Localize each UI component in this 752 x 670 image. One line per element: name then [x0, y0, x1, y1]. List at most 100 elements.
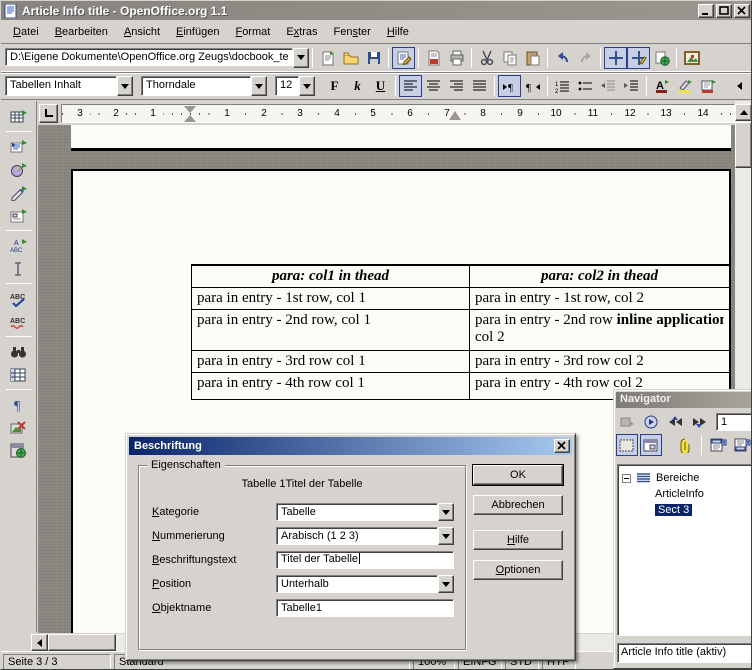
help-button[interactable]: Hilfe	[473, 530, 563, 550]
header-button[interactable]	[707, 434, 729, 456]
position-dropdown-icon[interactable]	[438, 575, 454, 593]
tab-type-selector[interactable]	[39, 104, 58, 123]
footer-button[interactable]	[731, 434, 752, 456]
edit-file-button[interactable]	[392, 47, 415, 69]
numbered-list-button[interactable]: 12	[551, 75, 574, 97]
tree-item-bereiche[interactable]: Bereiche	[618, 470, 752, 486]
menu-bearbeiten[interactable]: Bearbeiten	[47, 23, 116, 41]
ok-button[interactable]: OK	[473, 465, 563, 485]
find-replace-button[interactable]	[5, 340, 33, 363]
nonprinting-characters-button[interactable]: ¶	[5, 393, 33, 416]
next-button[interactable]	[688, 411, 710, 433]
cut-button[interactable]	[475, 47, 498, 69]
minimize-button[interactable]	[698, 4, 714, 18]
align-center-button[interactable]	[422, 75, 445, 97]
beschriftungstext-field[interactable]: Titel der Tabelle	[276, 551, 454, 569]
font-name-combobox[interactable]: Thorndale	[141, 76, 267, 96]
new-document-button[interactable]	[316, 47, 339, 69]
highlighting-button[interactable]	[673, 75, 696, 97]
horizontal-ruler[interactable]: 3 2 1 1 2 3 4 5 6 7 8 9 10 11 12 13 14	[61, 104, 735, 123]
table-header-cell[interactable]: para: col1 in thead	[192, 265, 470, 288]
gallery-button[interactable]	[680, 47, 703, 69]
maximize-button[interactable]	[716, 4, 732, 18]
form-functions-button[interactable]	[5, 204, 33, 227]
document-table[interactable]: para: col1 in thead para: col2 in thead …	[191, 264, 730, 400]
beschriftungstext-input[interactable]: Titel der Tabelle	[276, 551, 454, 569]
close-button[interactable]	[734, 4, 750, 18]
redo-button[interactable]	[574, 47, 597, 69]
autotext-button[interactable]: AABC	[5, 234, 33, 257]
right-indent-marker[interactable]	[449, 111, 461, 120]
align-left-button[interactable]	[399, 75, 422, 97]
nummerierung-dropdown-icon[interactable]	[438, 527, 454, 545]
export-pdf-button[interactable]	[422, 47, 445, 69]
set-reminder-button[interactable]	[674, 434, 696, 456]
align-justify-button[interactable]	[468, 75, 491, 97]
scroll-left-button[interactable]	[31, 634, 48, 651]
position-combobox[interactable]: Unterhalb	[276, 575, 454, 593]
menu-datei[interactable]: Datei	[5, 23, 47, 41]
collapse-icon[interactable]	[622, 474, 631, 483]
left-to-right-button[interactable]: ¶	[498, 75, 521, 97]
hyperlink-bar-button[interactable]	[650, 47, 673, 69]
kategorie-combobox[interactable]: Tabelle	[276, 503, 454, 521]
navigator-tree[interactable]: Bereiche ArticleInfo Sect 3	[617, 464, 752, 636]
navigator-title-bar[interactable]: Navigator	[616, 392, 752, 408]
menu-fenster[interactable]: Fenster	[326, 23, 379, 41]
bullet-list-button[interactable]	[574, 75, 597, 97]
table-cell[interactable]: para in entry - 1st row, col 2	[470, 288, 730, 310]
stylist-toggle-button[interactable]	[627, 47, 650, 69]
online-layout-button[interactable]	[5, 439, 33, 462]
menu-format[interactable]: Format	[227, 23, 278, 41]
url-input[interactable]	[5, 48, 293, 66]
navigation-button[interactable]	[640, 411, 662, 433]
save-button[interactable]	[362, 47, 385, 69]
style-dropdown-icon[interactable]	[117, 76, 133, 96]
paste-button[interactable]	[521, 47, 544, 69]
bold-button[interactable]: F	[323, 75, 346, 97]
menu-extras[interactable]: Extras	[278, 23, 325, 41]
graphics-onoff-button[interactable]	[5, 416, 33, 439]
italic-button[interactable]: k	[346, 75, 369, 97]
vertical-scroll-thumb[interactable]	[735, 122, 752, 168]
right-to-left-button[interactable]: ¶	[521, 75, 544, 97]
align-right-button[interactable]	[445, 75, 468, 97]
undo-button[interactable]	[551, 47, 574, 69]
url-combobox[interactable]	[5, 48, 309, 68]
tree-item-sect3[interactable]: Sect 3	[618, 502, 752, 518]
tree-item-articleinfo[interactable]: ArticleInfo	[618, 486, 752, 502]
kategorie-dropdown-icon[interactable]	[438, 503, 454, 521]
open-button[interactable]	[339, 47, 362, 69]
spellcheck-button[interactable]: ABC	[5, 287, 33, 310]
objektname-input[interactable]	[276, 599, 454, 617]
options-button[interactable]: Optionen	[473, 560, 563, 580]
direct-cursor-button[interactable]	[5, 257, 33, 280]
menu-ansicht[interactable]: Ansicht	[116, 23, 168, 41]
margin-marker[interactable]	[184, 106, 196, 122]
objektname-field[interactable]	[276, 599, 454, 617]
menu-hilfe[interactable]: Hilfe	[379, 23, 417, 41]
font-dropdown-icon[interactable]	[251, 76, 267, 96]
horizontal-scroll-thumb[interactable]	[48, 634, 116, 651]
insert-objects-button[interactable]	[5, 158, 33, 181]
content-view-button[interactable]	[640, 434, 662, 456]
navigator-toggle-button[interactable]	[604, 47, 627, 69]
toolbar-scroll-left-button[interactable]	[728, 75, 751, 97]
dialog-title-bar[interactable]: Beschriftung	[129, 437, 572, 455]
decrease-indent-button[interactable]	[597, 75, 620, 97]
list-box-toggle-button[interactable]	[616, 434, 638, 456]
paragraph-style-combobox[interactable]: Tabellen Inhalt	[5, 76, 133, 96]
table-cell[interactable]: para in entry - 2nd row, col 1	[192, 310, 470, 351]
autospellcheck-button[interactable]: ABC	[5, 310, 33, 333]
copy-button[interactable]	[498, 47, 521, 69]
print-button[interactable]	[445, 47, 468, 69]
underline-button[interactable]: U	[369, 75, 392, 97]
menu-einfuegen[interactable]: Einfügen	[168, 23, 227, 41]
table-cell[interactable]: para in entry - 4th row col 1	[192, 373, 470, 400]
scroll-up-button[interactable]	[735, 104, 752, 121]
font-size-combobox[interactable]: 12	[275, 76, 315, 96]
size-dropdown-icon[interactable]	[299, 76, 315, 96]
cancel-button[interactable]: Abbrechen	[473, 495, 563, 515]
url-dropdown-icon[interactable]	[293, 48, 309, 68]
nummerierung-combobox[interactable]: Arabisch (1 2 3)	[276, 527, 454, 545]
